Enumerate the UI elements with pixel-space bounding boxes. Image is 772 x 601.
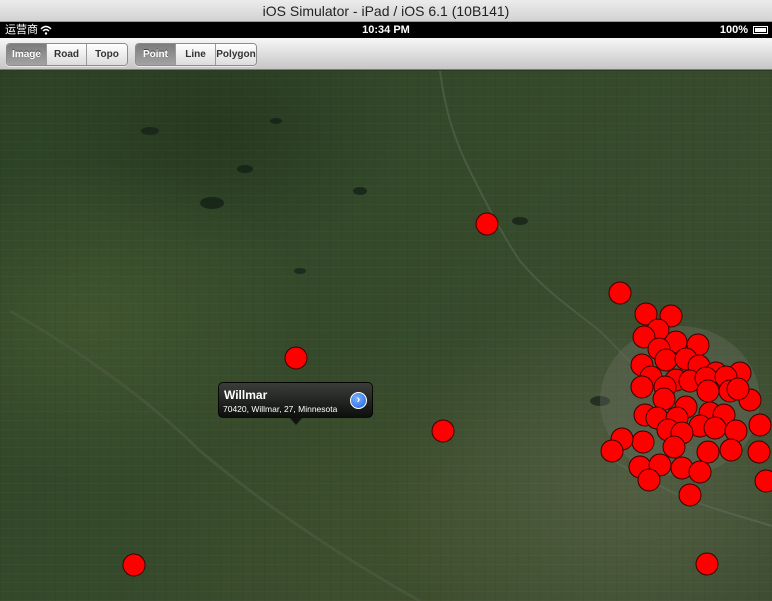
callout-detail-disclosure-icon[interactable]: › [350, 392, 367, 409]
map-point-marker[interactable] [748, 413, 772, 437]
map-point-marker[interactable] [747, 440, 771, 464]
map-point-marker[interactable] [630, 375, 654, 399]
map-point-marker[interactable] [703, 416, 727, 440]
battery-icon [753, 26, 768, 34]
callout-pointer [289, 417, 303, 425]
point-markers-layer [122, 212, 772, 577]
map-point-marker[interactable] [284, 346, 308, 370]
map-point-marker[interactable] [696, 379, 720, 403]
map-point-marker[interactable] [631, 430, 655, 454]
map-point-marker[interactable] [724, 419, 748, 443]
map-point-marker[interactable] [431, 419, 455, 443]
map-point-marker[interactable] [608, 281, 632, 305]
geometry-line-button[interactable]: Line [176, 44, 216, 65]
ios-status-bar: 运营商 10:34 PM 100% [0, 22, 772, 38]
basemap-segmented-control: Image Road Topo [6, 43, 128, 66]
map-point-marker[interactable] [696, 440, 720, 464]
map-point-marker[interactable] [637, 468, 661, 492]
basemap-road-button[interactable]: Road [47, 44, 87, 65]
map-point-marker[interactable] [695, 552, 719, 576]
map-point-marker[interactable] [475, 212, 499, 236]
map-point-marker[interactable] [726, 377, 750, 401]
map-point-marker[interactable] [719, 438, 743, 462]
callout-title: Willmar [224, 388, 268, 402]
map-toolbar: Image Road Topo Point Line Polygon [0, 38, 772, 70]
simulator-title-bar: iOS Simulator - iPad / iOS 6.1 (10B141) [0, 0, 772, 22]
satellite-map[interactable]: Willmar 70420, Willmar, 27, Minnesota › [0, 71, 772, 601]
map-point-marker[interactable] [678, 483, 702, 507]
map-point-marker[interactable] [600, 439, 624, 463]
callout-subtitle: 70420, Willmar, 27, Minnesota [223, 404, 338, 414]
geometry-segmented-control: Point Line Polygon [135, 43, 257, 66]
battery-percent: 100% [719, 24, 748, 36]
basemap-topo-button[interactable]: Topo [87, 44, 127, 65]
map-point-marker[interactable] [662, 435, 686, 459]
map-point-marker[interactable] [654, 348, 678, 372]
geometry-polygon-button[interactable]: Polygon [216, 44, 256, 65]
map-point-marker[interactable] [688, 460, 712, 484]
map-point-marker[interactable] [754, 469, 772, 493]
basemap-image-button[interactable]: Image [7, 44, 47, 65]
geometry-point-button[interactable]: Point [136, 44, 176, 65]
map-callout: Willmar 70420, Willmar, 27, Minnesota › [218, 382, 373, 425]
status-time: 10:34 PM [362, 24, 410, 36]
window-title: iOS Simulator - iPad / iOS 6.1 (10B141) [262, 3, 510, 19]
map-point-marker[interactable] [122, 553, 146, 577]
